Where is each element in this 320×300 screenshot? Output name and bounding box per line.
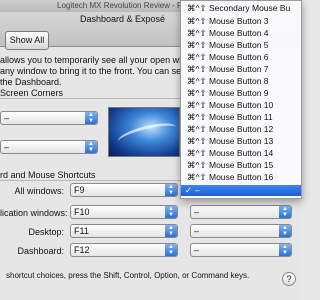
menu-item[interactable]: ⌘^⇧ Mouse Button 11 xyxy=(181,112,301,123)
modifier-keys-icon: ⌘^⇧ xyxy=(187,88,207,98)
all-windows-key-value: F9 xyxy=(74,185,85,195)
popup-arrows-icon: ▲ ▼ xyxy=(279,244,291,256)
modifier-keys-icon: ⌘^⇧ xyxy=(187,136,207,146)
aurora-swoosh xyxy=(115,118,179,151)
modifier-keys-icon: ⌘^⇧ xyxy=(187,160,207,170)
application-windows-mouse-popup[interactable]: – ▲ ▼ xyxy=(190,205,292,219)
desktop-mouse-popup[interactable]: – ▲ ▼ xyxy=(190,224,292,238)
dashboard-label: Dashboard: xyxy=(17,246,64,256)
desktop-label: Desktop: xyxy=(28,227,64,237)
screen-corners-heading: Screen Corners xyxy=(0,88,64,98)
bottom-left-corner-popup[interactable]: – ▲ ▼ xyxy=(0,140,98,154)
description-text: allows you to temporarily see all your o… xyxy=(0,55,181,88)
dashboard-key-popup[interactable]: F12 ▲ ▼ xyxy=(70,243,178,257)
modifier-keys-icon: ⌘^⇧ xyxy=(187,40,207,50)
modifier-keys-icon: ⌘^⇧ xyxy=(187,28,207,38)
menu-item[interactable]: ⌘^⇧ Mouse Button 8 xyxy=(181,76,301,87)
popup-arrows-icon: ▲ ▼ xyxy=(165,244,177,256)
menu-item[interactable]: ⌘^⇧ Mouse Button 16 xyxy=(181,172,301,183)
modifier-keys-icon: ⌘^⇧ xyxy=(187,3,207,13)
popup-arrows-icon: ▲ ▼ xyxy=(279,206,291,218)
modifier-keys-icon: ⌘^⇧ xyxy=(187,16,207,26)
popup-arrows-icon: ▲ ▼ xyxy=(165,225,177,237)
desktop-mouse-value: – xyxy=(194,226,200,236)
menu-item[interactable]: ⌘^⇧ Mouse Button 15 xyxy=(181,160,301,171)
description-line-3: the Dashboard. xyxy=(0,77,62,87)
pane-title: Dashboard & Exposé xyxy=(80,14,166,24)
description-line-1: allows you to temporarily see all your o… xyxy=(0,55,182,65)
menu-item[interactable]: ⌘^⇧ Mouse Button 5 xyxy=(181,40,301,51)
all-windows-label: All windows: xyxy=(14,186,64,196)
desktop-key-popup[interactable]: F11 ▲ ▼ xyxy=(70,224,178,238)
top-left-corner-popup[interactable]: – ▲ ▼ xyxy=(0,111,98,125)
mouse-shortcut-menu: ⌘^⇧ Secondary Mouse Bu ⌘^⇧ Mouse Button 3 … xyxy=(180,0,302,199)
modifier-keys-icon: ⌘^⇧ xyxy=(187,112,207,122)
dashboard-key-value: F12 xyxy=(74,245,90,255)
application-windows-label: lication windows: xyxy=(0,208,68,218)
application-windows-mouse-value: – xyxy=(194,207,200,217)
modifier-keys-icon: ⌘^⇧ xyxy=(187,52,207,62)
popup-arrows-icon: ▲ ▼ xyxy=(85,112,97,124)
menu-item[interactable]: ⌘^⇧ Mouse Button 10 xyxy=(181,100,301,111)
shortcuts-heading: rd and Mouse Shortcuts xyxy=(0,170,96,180)
modifier-keys-icon: ⌘^⇧ xyxy=(187,76,207,86)
modifier-keys-icon: ⌘^⇧ xyxy=(187,124,207,134)
top-left-corner-value: – xyxy=(4,113,10,123)
menu-item[interactable]: ⌘^⇧ Mouse Button 4 xyxy=(181,28,301,39)
modifier-hint-text: shortcut choices, press the Shift, Contr… xyxy=(6,271,250,280)
modifier-keys-icon: ⌘^⇧ xyxy=(187,64,207,74)
menu-item[interactable]: ⌘^⇧ Mouse Button 7 xyxy=(181,64,301,75)
checkmark-icon: ✓ xyxy=(185,185,193,195)
menu-item-selected[interactable]: ✓ – xyxy=(181,185,301,196)
menu-item[interactable]: ⌘^⇧ Mouse Button 13 xyxy=(181,136,301,147)
menu-item[interactable]: ⌘^⇧ Mouse Button 14 xyxy=(181,148,301,159)
menu-item[interactable]: ⌘^⇧ Mouse Button 12 xyxy=(181,124,301,135)
popup-arrows-icon: ▲ ▼ xyxy=(165,184,177,196)
application-windows-key-popup[interactable]: F10 ▲ ▼ xyxy=(70,205,178,219)
dashboard-mouse-popup[interactable]: – ▲ ▼ xyxy=(190,243,292,257)
modifier-keys-icon: ⌘^⇧ xyxy=(187,100,207,110)
desktop-preview-image xyxy=(108,107,180,157)
dashboard-mouse-value: – xyxy=(194,245,200,255)
popup-arrows-icon: ▲ ▼ xyxy=(85,141,97,153)
menu-item[interactable]: ⌘^⇧ Mouse Button 6 xyxy=(181,52,301,63)
show-all-button[interactable]: Show All xyxy=(5,31,49,50)
menu-item[interactable]: ⌘^⇧ Mouse Button 3 xyxy=(181,16,301,27)
modifier-keys-icon: ⌘^⇧ xyxy=(187,148,207,158)
description-line-2: any window to bring it to the front. You… xyxy=(0,66,182,76)
application-windows-key-value: F10 xyxy=(74,207,90,217)
popup-arrows-icon: ▲ ▼ xyxy=(165,206,177,218)
menu-item[interactable]: ⌘^⇧ Secondary Mouse Bu xyxy=(181,3,301,14)
modifier-keys-icon: ⌘^⇧ xyxy=(187,172,207,182)
popup-arrows-icon: ▲ ▼ xyxy=(279,225,291,237)
bottom-left-corner-value: – xyxy=(4,142,10,152)
all-windows-key-popup[interactable]: F9 ▲ ▼ xyxy=(70,183,178,197)
menu-item[interactable]: ⌘^⇧ Mouse Button 9 xyxy=(181,88,301,99)
desktop-key-value: F11 xyxy=(74,226,89,236)
help-button[interactable]: ? xyxy=(282,272,296,286)
